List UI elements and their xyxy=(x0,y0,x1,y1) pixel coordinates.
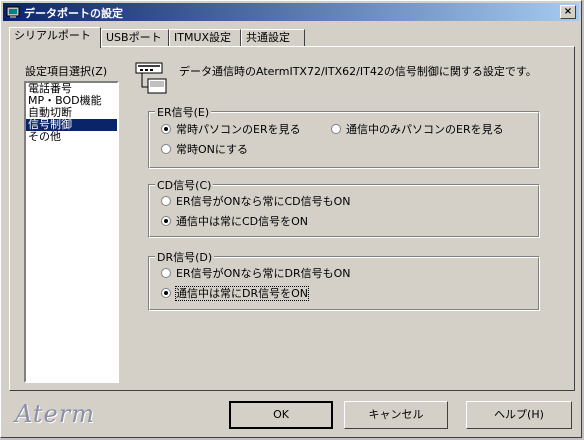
close-button[interactable]: × xyxy=(560,5,576,19)
radio-empty-icon xyxy=(161,144,171,154)
er-signal-title: ER信号(E) xyxy=(155,104,212,120)
er-signal-group: ER信号(E) 常時パソコンのERを見る 通信中のみパソコンのERを見る 常時O… xyxy=(148,104,540,169)
settings-list-label: 設定項目選択(Z) xyxy=(25,65,108,78)
aterm-logo: Aterm xyxy=(15,400,95,428)
cd-option-er-follow[interactable]: ER信号がONなら常にCD信号もON xyxy=(161,195,351,209)
radio-selected-icon xyxy=(161,124,171,134)
tab-serial-port[interactable]: シリアルポート xyxy=(9,27,101,48)
radio-empty-icon xyxy=(161,268,171,278)
list-item-other[interactable]: その他 xyxy=(26,131,117,143)
window-title: データポートの設定 xyxy=(24,7,123,20)
dr-option-er-follow[interactable]: ER信号がONなら常にDR信号もON xyxy=(161,267,350,281)
help-button[interactable]: ヘルプ(H) xyxy=(466,401,572,429)
tab-usb-port[interactable]: USBポート xyxy=(101,29,169,46)
modem-info-icon xyxy=(135,62,167,94)
cancel-button[interactable]: キャンセル xyxy=(344,401,448,429)
cd-option-during-comm[interactable]: 通信中は常にCD信号をON xyxy=(161,215,308,229)
er-option-always-pc[interactable]: 常時パソコンのERを見る xyxy=(161,123,301,137)
settings-list[interactable]: 電話番号 MP・BOD機能 自動切断 信号制御 その他 xyxy=(24,81,119,383)
radio-selected-icon xyxy=(161,288,171,298)
description-text: データ通信時のAtermITX72/ITX62/IT42の信号制御に関する設定で… xyxy=(179,65,537,78)
cd-signal-group: CD信号(C) ER信号がONなら常にCD信号もON 通信中は常にCD信号をON xyxy=(148,177,540,238)
tab-common-settings[interactable]: 共通設定 xyxy=(241,29,305,46)
dialog-window: データポートの設定 × シリアルポート USBポート ITMUX設定 共通設定 … xyxy=(0,0,582,438)
radio-selected-icon xyxy=(161,216,171,226)
er-option-during-comm[interactable]: 通信中のみパソコンのERを見る xyxy=(331,123,504,137)
dr-signal-title: DR信号(D) xyxy=(155,249,215,265)
cd-signal-title: CD信号(C) xyxy=(155,177,214,193)
radio-empty-icon xyxy=(161,196,171,206)
radio-empty-icon xyxy=(331,124,341,134)
tab-itmux-settings[interactable]: ITMUX設定 xyxy=(169,29,241,46)
er-option-always-on[interactable]: 常時ONにする xyxy=(161,143,248,157)
dr-signal-group: DR信号(D) ER信号がONなら常にDR信号もON 通信中は常にDR信号をON xyxy=(148,249,540,311)
app-icon xyxy=(6,6,20,18)
dr-option-during-comm[interactable]: 通信中は常にDR信号をON xyxy=(161,286,309,301)
title-bar[interactable]: データポートの設定 × xyxy=(3,3,579,21)
close-icon: × xyxy=(563,6,573,17)
ok-button[interactable]: OK xyxy=(229,401,333,429)
